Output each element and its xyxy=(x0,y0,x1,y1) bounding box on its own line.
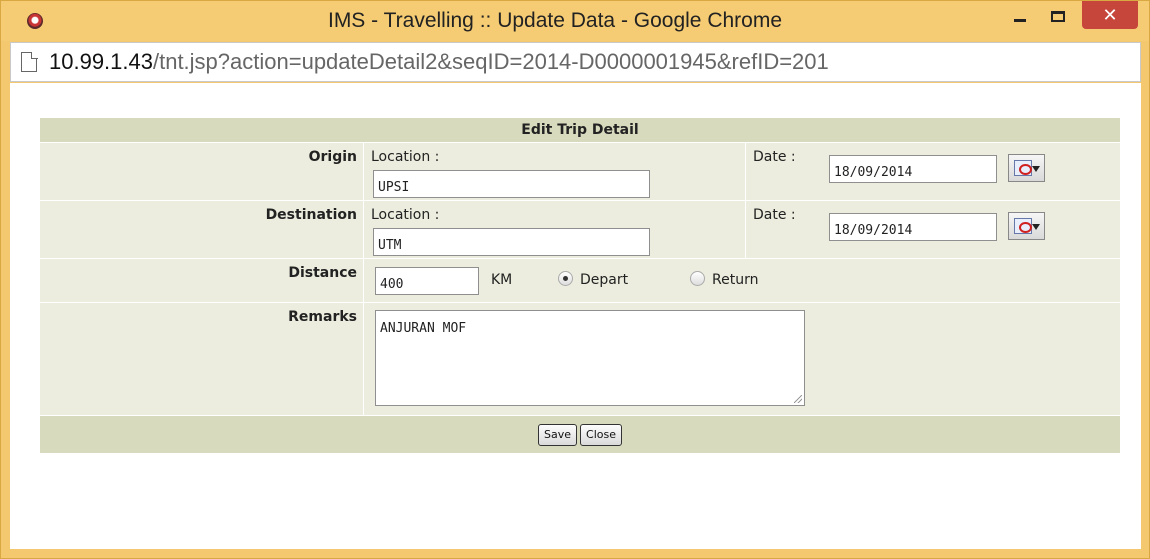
return-label[interactable]: Return xyxy=(712,272,758,288)
window-title: IMS - Travelling :: Update Data - Google… xyxy=(327,9,783,32)
dropdown-arrow-icon xyxy=(1032,166,1040,172)
maximize-button[interactable] xyxy=(1040,1,1076,31)
dropdown-arrow-icon xyxy=(1032,224,1040,230)
remarks-label: Remarks xyxy=(40,303,364,415)
destination-location-label: Location : xyxy=(371,207,440,223)
calendar-icon xyxy=(1014,160,1032,176)
form-title: Edit Trip Detail xyxy=(40,118,1120,142)
destination-label: Destination xyxy=(40,201,364,258)
remarks-text: ANJURAN MOF xyxy=(380,321,467,336)
destination-location-input[interactable] xyxy=(373,228,650,256)
origin-calendar-button[interactable] xyxy=(1008,154,1045,182)
origin-location-input[interactable] xyxy=(373,170,650,198)
maximize-icon xyxy=(1051,10,1065,22)
resize-grip-icon[interactable] xyxy=(794,395,802,403)
return-radio[interactable] xyxy=(690,271,705,286)
depart-label[interactable]: Depart xyxy=(580,272,628,288)
remarks-row: Remarks ANJURAN MOF xyxy=(40,302,1120,415)
distance-row: Distance KM Depart Return xyxy=(40,258,1120,302)
close-icon: ✕ xyxy=(1102,4,1118,26)
destination-date-input[interactable] xyxy=(829,213,997,241)
destination-calendar-button[interactable] xyxy=(1008,212,1045,240)
minimize-icon xyxy=(1014,18,1026,22)
close-button[interactable]: Close xyxy=(580,423,622,446)
depart-radio[interactable] xyxy=(558,271,573,286)
address-bar[interactable]: 10.99.1.43/tnt.jsp?action=updateDetail2&… xyxy=(10,42,1141,82)
origin-label: Origin xyxy=(40,143,364,200)
title-bar[interactable]: IMS - Travelling :: Update Data - Google… xyxy=(1,1,1149,41)
page-content: Edit Trip Detail Origin Location : Date … xyxy=(10,83,1141,549)
distance-label: Distance xyxy=(40,259,364,302)
distance-unit: KM xyxy=(491,272,513,288)
calendar-icon xyxy=(1014,218,1032,234)
destination-date-label: Date : xyxy=(753,207,796,223)
destination-row: Destination Location : Date : xyxy=(40,200,1120,258)
remarks-textarea[interactable]: ANJURAN MOF xyxy=(375,310,805,406)
button-row: Save Close xyxy=(40,415,1120,453)
url-path: /tnt.jsp?action=updateDetail2&seqID=2014… xyxy=(152,49,829,74)
browser-popup-window: IMS - Travelling :: Update Data - Google… xyxy=(0,0,1150,559)
edit-trip-form: Edit Trip Detail Origin Location : Date … xyxy=(40,118,1120,453)
close-window-button[interactable]: ✕ xyxy=(1082,1,1138,29)
origin-row: Origin Location : Date : xyxy=(40,142,1120,200)
origin-date-label: Date : xyxy=(753,149,796,165)
origin-location-label: Location : xyxy=(371,149,440,165)
save-button[interactable]: Save xyxy=(538,423,578,446)
distance-input[interactable] xyxy=(375,267,479,295)
origin-date-input[interactable] xyxy=(829,155,997,183)
page-icon xyxy=(21,51,38,72)
minimize-button[interactable] xyxy=(1002,1,1038,31)
url-host: 10.99.1.43 xyxy=(49,49,153,74)
